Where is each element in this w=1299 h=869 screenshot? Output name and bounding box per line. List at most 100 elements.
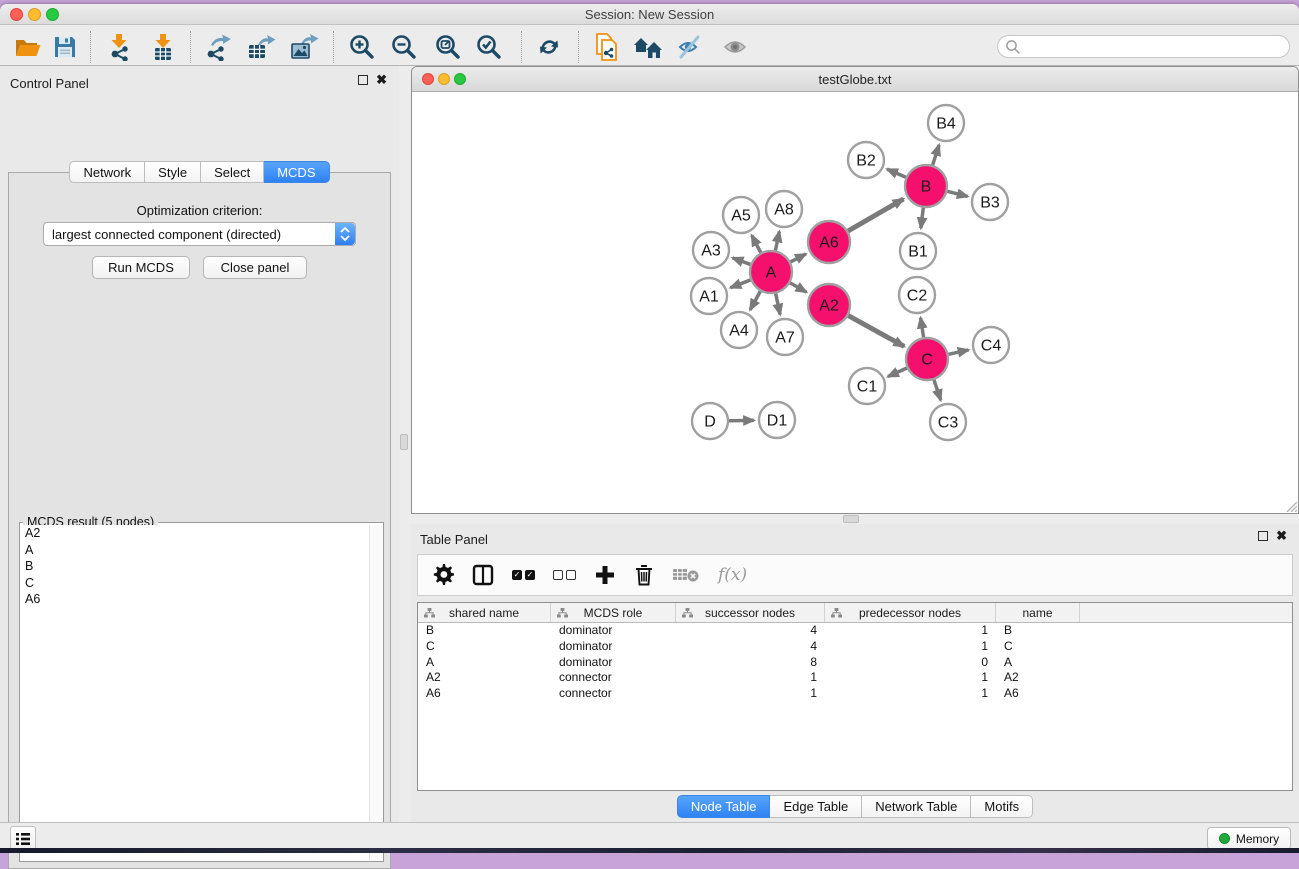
close-table-panel-icon[interactable]: ✖ bbox=[1276, 531, 1287, 541]
edge-B-B3[interactable] bbox=[947, 191, 967, 196]
node-D[interactable]: D bbox=[692, 403, 728, 439]
table-row[interactable]: Cdominator41C bbox=[418, 639, 1292, 655]
node-A8[interactable]: A8 bbox=[766, 191, 802, 227]
vertical-split-grip[interactable] bbox=[400, 434, 408, 450]
edge-A-A3[interactable] bbox=[733, 258, 751, 265]
zoom-in-icon[interactable] bbox=[347, 32, 377, 62]
edge-A6-B[interactable] bbox=[848, 199, 903, 231]
table-cell: 1 bbox=[825, 639, 996, 655]
close-panel-icon[interactable]: ✖ bbox=[376, 75, 387, 85]
table-row[interactable]: A6connector11A6 bbox=[418, 686, 1292, 702]
float-table-panel-icon[interactable] bbox=[1258, 531, 1268, 541]
zoom-fit-icon[interactable] bbox=[433, 32, 463, 62]
column-header-successor-nodes[interactable]: successor nodes bbox=[676, 603, 825, 622]
edge-C-C1[interactable] bbox=[888, 368, 907, 377]
node-C[interactable]: C bbox=[906, 338, 948, 380]
import-table-icon[interactable] bbox=[148, 32, 178, 62]
network-graph[interactable]: A5A8 A3 A1A4 A7 A A6 A2 B B1 B2 B3 B4 C C1 C2 C3 C4 D D1 bbox=[412, 92, 1298, 513]
node-B3[interactable]: B3 bbox=[972, 184, 1008, 220]
run-mcds-button[interactable]: Run MCDS bbox=[92, 256, 190, 279]
hide-selected-icon[interactable] bbox=[676, 32, 706, 62]
node-C1[interactable]: C1 bbox=[849, 368, 885, 404]
column-header-name[interactable]: name bbox=[996, 603, 1080, 622]
node-A7[interactable]: A7 bbox=[767, 319, 803, 355]
edge-B-B4[interactable] bbox=[933, 145, 939, 165]
table-row[interactable]: Adominator80A bbox=[418, 655, 1292, 671]
search-input[interactable] bbox=[997, 35, 1290, 58]
edge-A-A7[interactable] bbox=[776, 294, 781, 315]
node-A2[interactable]: A2 bbox=[808, 284, 850, 326]
zoom-selected-icon[interactable] bbox=[474, 32, 504, 62]
node-A3[interactable]: A3 bbox=[693, 232, 729, 268]
edge-C-C2[interactable] bbox=[921, 318, 924, 338]
node-A[interactable]: A bbox=[750, 251, 792, 293]
tab-style[interactable]: Style bbox=[145, 161, 201, 183]
add-column-icon[interactable] bbox=[594, 562, 616, 588]
import-network-icon[interactable] bbox=[105, 32, 135, 62]
node-B4[interactable]: B4 bbox=[928, 105, 964, 141]
result-item[interactable]: A2 bbox=[21, 525, 369, 542]
edge-B-B2[interactable] bbox=[887, 169, 906, 177]
node-A5[interactable]: A5 bbox=[723, 197, 759, 233]
close-panel-button[interactable]: Close panel bbox=[203, 256, 307, 279]
select-all-columns-icon[interactable]: ✓✓ bbox=[512, 562, 535, 588]
edge-A-A6[interactable] bbox=[791, 254, 806, 262]
edge-A2-C[interactable] bbox=[848, 316, 904, 347]
apply-layout-icon[interactable] bbox=[534, 32, 564, 62]
float-panel-icon[interactable] bbox=[358, 75, 368, 85]
open-session-icon[interactable] bbox=[13, 32, 43, 62]
node-D1[interactable]: D1 bbox=[759, 402, 795, 438]
edge-B-B1[interactable] bbox=[921, 208, 924, 228]
show-all-icon[interactable] bbox=[721, 32, 751, 62]
zoom-out-icon[interactable] bbox=[389, 32, 419, 62]
delete-columns-icon[interactable] bbox=[634, 562, 654, 588]
tab-select[interactable]: Select bbox=[201, 161, 264, 183]
column-header-MCDS-role[interactable]: MCDS role bbox=[551, 603, 676, 622]
resize-grip-icon[interactable] bbox=[1285, 500, 1297, 512]
table-row[interactable]: Bdominator41B bbox=[418, 623, 1292, 639]
node-B2[interactable]: B2 bbox=[848, 142, 884, 178]
result-item[interactable]: C bbox=[21, 575, 369, 592]
node-B[interactable]: B bbox=[905, 165, 947, 207]
node-A1[interactable]: A1 bbox=[691, 278, 727, 314]
edge-C-C3[interactable] bbox=[934, 380, 941, 400]
tab-motifs[interactable]: Motifs bbox=[971, 795, 1033, 818]
tab-node-table[interactable]: Node Table bbox=[677, 795, 771, 818]
edge-A-A2[interactable] bbox=[790, 283, 806, 292]
horizontal-split-grip[interactable] bbox=[843, 515, 859, 523]
edge-A-A8[interactable] bbox=[775, 232, 779, 251]
node-C3[interactable]: C3 bbox=[930, 404, 966, 440]
tab-edge-table[interactable]: Edge Table bbox=[770, 795, 862, 818]
memory-button[interactable]: Memory bbox=[1207, 827, 1291, 850]
tab-mcds[interactable]: MCDS bbox=[264, 161, 329, 183]
optimization-criterion-dropdown[interactable]: largest connected component (directed) bbox=[43, 222, 356, 246]
result-item[interactable]: A bbox=[21, 542, 369, 559]
node-A4[interactable]: A4 bbox=[721, 312, 757, 348]
mcds-result-list[interactable]: A2ABCA6 bbox=[21, 525, 369, 860]
export-image-icon[interactable] bbox=[289, 32, 319, 62]
home-view-icon[interactable] bbox=[633, 32, 663, 62]
node-C4[interactable]: C4 bbox=[973, 327, 1009, 363]
node-B1[interactable]: B1 bbox=[900, 233, 936, 269]
export-network-icon[interactable] bbox=[203, 32, 233, 62]
column-header-predecessor-nodes[interactable]: predecessor nodes bbox=[825, 603, 996, 622]
duplicate-network-icon[interactable] bbox=[592, 32, 622, 62]
save-session-icon[interactable] bbox=[50, 32, 80, 62]
result-item[interactable]: A6 bbox=[21, 591, 369, 608]
edge-A-A4[interactable] bbox=[750, 291, 760, 310]
node-A6[interactable]: A6 bbox=[808, 221, 850, 263]
edge-C-C4[interactable] bbox=[948, 350, 968, 354]
column-header-shared-name[interactable]: shared name bbox=[418, 603, 551, 622]
settings-gear-icon[interactable] bbox=[432, 562, 454, 588]
show-columns-icon[interactable] bbox=[472, 562, 494, 588]
tab-network[interactable]: Network bbox=[69, 161, 145, 183]
node-C2[interactable]: C2 bbox=[899, 277, 935, 313]
result-item[interactable]: B bbox=[21, 558, 369, 575]
table-row[interactable]: A2connector11A2 bbox=[418, 670, 1292, 686]
unselect-all-columns-icon[interactable] bbox=[553, 562, 576, 588]
edge-A-A1[interactable] bbox=[730, 280, 750, 288]
edge-A-A5[interactable] bbox=[752, 235, 761, 252]
result-scrollbar[interactable] bbox=[369, 525, 382, 860]
export-table-icon[interactable] bbox=[246, 32, 276, 62]
tab-network-table[interactable]: Network Table bbox=[862, 795, 971, 818]
